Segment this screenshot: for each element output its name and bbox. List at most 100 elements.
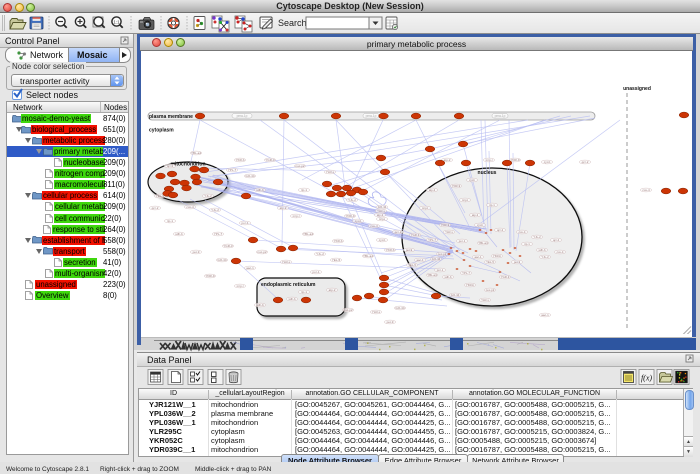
svg-text:endoplasmic reticulum: endoplasmic reticulum [261, 282, 316, 288]
svg-text:YDR-9: YDR-9 [441, 223, 450, 227]
svg-text:sdh-b: sdh-b [289, 297, 296, 301]
svg-text:YJL-2: YJL-2 [541, 255, 549, 259]
svg-text:GO-44: GO-44 [451, 293, 460, 297]
svg-text:cox-4: cox-4 [519, 230, 526, 234]
svg-text:aac-1: aac-1 [541, 313, 549, 317]
svg-text:aac-1: aac-1 [475, 255, 482, 259]
svg-text:GO-44: GO-44 [245, 174, 254, 178]
svg-text:pma-1p: pma-1p [366, 114, 377, 118]
svg-text:sdh-b: sdh-b [539, 248, 546, 252]
svg-text:atp-2: atp-2 [329, 288, 336, 292]
svg-text:unassigned: unassigned [623, 86, 651, 92]
svg-text:sdh-b: sdh-b [445, 275, 452, 279]
svg-text:YKR-b: YKR-b [334, 239, 343, 243]
svg-text:nuc-p2: nuc-p2 [486, 288, 495, 292]
svg-text:YDR-9: YDR-9 [345, 214, 354, 218]
svg-text:nuc-p2: nuc-p2 [343, 308, 353, 312]
svg-text:YKR-b: YKR-b [466, 283, 475, 287]
svg-text:YLR-x: YLR-x [326, 170, 335, 174]
svg-text:YDR-9: YDR-9 [452, 184, 461, 188]
svg-text:plasma membrane: plasma membrane [149, 114, 193, 120]
svg-text:mrp-l: mrp-l [379, 217, 386, 221]
svg-text:cytoplasm: cytoplasm [149, 128, 174, 134]
svg-text:YLR-x: YLR-x [282, 260, 291, 264]
svg-text:Search:: Search: [278, 18, 309, 28]
svg-text:atp-2: atp-2 [429, 188, 436, 192]
svg-text:pma-1p: pma-1p [237, 114, 248, 118]
svg-text:sdh-b: sdh-b [256, 188, 264, 192]
svg-text:YDR-9: YDR-9 [510, 158, 519, 162]
svg-text:YBL-a4: YBL-a4 [363, 254, 373, 258]
svg-text:YDR-9: YDR-9 [205, 274, 214, 278]
svg-text:cyt-b: cyt-b [477, 223, 484, 227]
svg-text:YLR-x: YLR-x [481, 298, 489, 302]
svg-text:YJL-2: YJL-2 [316, 252, 324, 256]
svg-text:GO-44: GO-44 [395, 306, 404, 310]
svg-text:qcr-2: qcr-2 [497, 228, 504, 232]
svg-text:mrp-l: mrp-l [486, 158, 493, 162]
svg-text:YBL-a4: YBL-a4 [427, 273, 437, 277]
svg-text:por-1: por-1 [241, 221, 248, 225]
svg-text:aac-1: aac-1 [417, 258, 424, 262]
svg-text:YEL-5: YEL-5 [332, 258, 341, 262]
svg-text:pet-9: pet-9 [514, 260, 521, 264]
svg-text:YGR-3: YGR-3 [223, 244, 233, 248]
svg-text:YLR-x: YLR-x [372, 310, 381, 314]
svg-text:cox-4: cox-4 [557, 250, 564, 254]
svg-text:cox-4: cox-4 [642, 188, 650, 192]
svg-text:rip-1: rip-1 [301, 290, 307, 294]
svg-text:por-1: por-1 [312, 270, 319, 274]
svg-text:YKR-b: YKR-b [493, 254, 502, 258]
svg-text:1:1: 1:1 [113, 20, 120, 25]
svg-text:f(x): f(x) [641, 374, 652, 383]
svg-text:cyt-b: cyt-b [379, 238, 386, 242]
svg-text:GO-44: GO-44 [432, 257, 441, 261]
svg-text:YJL-2: YJL-2 [348, 198, 356, 202]
svg-text:qcr-2: qcr-2 [167, 164, 174, 168]
svg-text:qcr-2: qcr-2 [582, 160, 589, 164]
svg-text:pet-9: pet-9 [387, 320, 394, 324]
svg-text:GO-44: GO-44 [217, 258, 226, 262]
svg-text:rip-1: rip-1 [524, 242, 530, 246]
svg-text:pet-9: pet-9 [193, 250, 200, 254]
svg-text:por-1: por-1 [437, 268, 444, 272]
svg-text:rip-1: rip-1 [167, 219, 173, 223]
svg-text:YEL-5: YEL-5 [408, 263, 416, 267]
svg-text:YBL-a4: YBL-a4 [303, 232, 313, 236]
svg-text:cox-4: cox-4 [370, 224, 378, 228]
svg-text:qcr-2: qcr-2 [553, 238, 560, 242]
svg-text:YBL-a4: YBL-a4 [478, 241, 488, 245]
svg-text:cox-4: cox-4 [186, 205, 194, 209]
svg-text:rip-1: rip-1 [489, 203, 495, 207]
svg-text:atp-2: atp-2 [444, 158, 451, 162]
svg-text:mrp-l: mrp-l [422, 206, 429, 210]
svg-text:YJL-2: YJL-2 [211, 208, 219, 212]
svg-text:YKR-b: YKR-b [236, 158, 245, 162]
svg-text:YGR-3: YGR-3 [411, 233, 420, 237]
svg-text:YPL-7: YPL-7 [214, 232, 223, 236]
svg-text:qcr-2: qcr-2 [395, 230, 402, 234]
svg-text:nuc-p2: nuc-p2 [295, 164, 305, 168]
svg-text:YGR-3: YGR-3 [265, 158, 275, 162]
svg-text:YJL-2: YJL-2 [533, 235, 541, 239]
svg-text:nuc-p2: nuc-p2 [438, 252, 447, 256]
svg-text:qcr-2: qcr-2 [152, 206, 159, 210]
svg-text:YEL-5: YEL-5 [486, 260, 494, 264]
svg-text:mrp-l: mrp-l [293, 214, 300, 218]
svg-text:por-1: por-1 [459, 239, 466, 243]
svg-text:pet-9: pet-9 [406, 248, 413, 252]
svg-text:mrp-l: mrp-l [462, 198, 469, 202]
svg-text:YPL-7: YPL-7 [228, 168, 237, 172]
svg-text:YPL-7: YPL-7 [462, 271, 470, 275]
svg-text:YJL-2: YJL-2 [204, 194, 212, 198]
svg-text:atp-2: atp-2 [472, 213, 479, 217]
svg-text:mrp-l: mrp-l [237, 284, 244, 288]
svg-text:cyt-b: cyt-b [544, 160, 551, 164]
svg-text:nucleus: nucleus [478, 170, 497, 176]
svg-text:pma-1p: pma-1p [495, 114, 506, 118]
svg-text:YGR-3: YGR-3 [501, 275, 510, 279]
svg-text:YKR-b: YKR-b [386, 248, 395, 252]
svg-text:sdh-b: sdh-b [175, 232, 183, 236]
svg-text:sdh-b: sdh-b [256, 303, 264, 307]
svg-text:YLR-x: YLR-x [445, 230, 453, 234]
